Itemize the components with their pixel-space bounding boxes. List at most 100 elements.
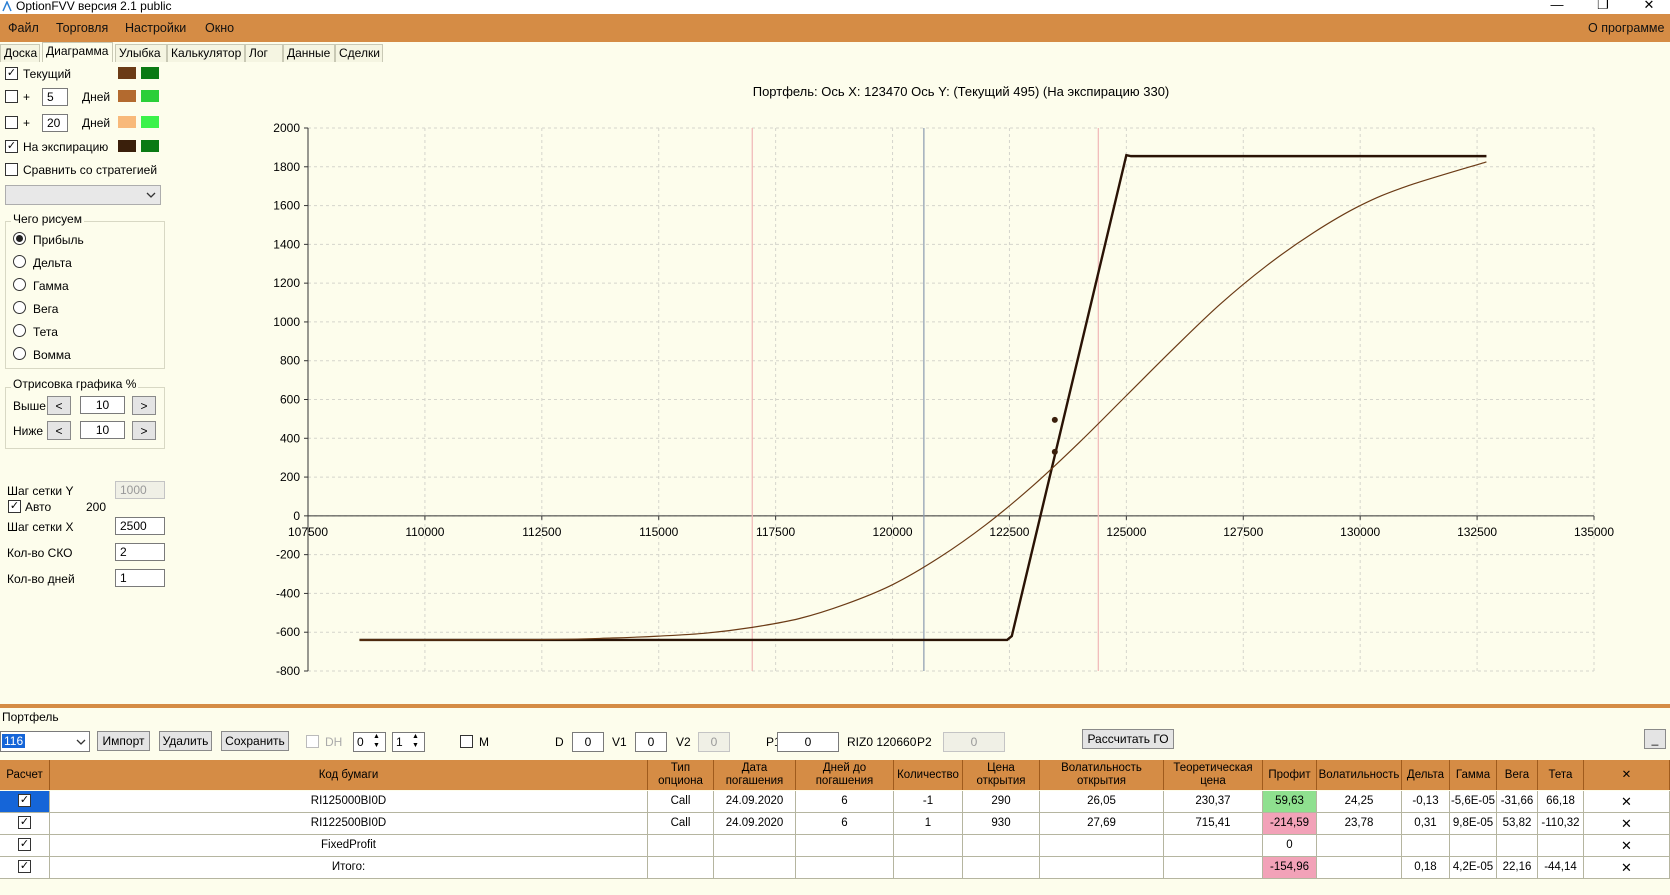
x-tick-label: 120000: [873, 525, 913, 539]
delete-button[interactable]: Удалить: [159, 731, 212, 751]
y-tick-label: 400: [280, 431, 300, 445]
menu-window[interactable]: Окно: [205, 21, 234, 35]
x-tick-label: 122500: [989, 525, 1029, 539]
dh-spin-1-value: 0: [357, 735, 364, 749]
calc-checkbox[interactable]: ✓: [0, 835, 50, 857]
minimize-panel-button[interactable]: _: [1644, 729, 1666, 749]
tab-diagram[interactable]: Диаграмма: [42, 42, 113, 62]
profit: 0: [1263, 835, 1317, 857]
theta: 66,18: [1538, 791, 1584, 813]
gamma: [1450, 835, 1497, 857]
y-tick-label: 1200: [273, 276, 300, 290]
header-gamma: Гамма: [1450, 760, 1497, 790]
d-label: D: [555, 735, 564, 749]
x-tick-label: 125000: [1106, 525, 1146, 539]
calc-checkbox[interactable]: ✓: [0, 857, 50, 879]
tab-deals[interactable]: Сделки: [335, 44, 383, 62]
panel-splitter[interactable]: [0, 704, 1670, 708]
v2-label: V2: [676, 735, 691, 749]
remove-row-button[interactable]: ✕: [1584, 813, 1670, 835]
expiry-date: [714, 835, 796, 857]
header-calc: Расчет: [0, 760, 50, 790]
close-button[interactable]: ✕: [1634, 0, 1664, 13]
y-tick-label: 2000: [273, 121, 300, 135]
header-close[interactable]: ✕: [1584, 760, 1670, 790]
quantity: [894, 835, 963, 857]
header-days-to-expiry: Дней до погашения: [796, 760, 894, 790]
open-volatility: 27,69: [1040, 813, 1164, 835]
calc-checkbox-box[interactable]: ✓: [18, 838, 31, 852]
riz-label: RIZ0 120660: [847, 735, 917, 749]
volatility: [1317, 857, 1402, 879]
tab-log[interactable]: Лог: [245, 44, 283, 62]
minimize-button[interactable]: —: [1542, 0, 1572, 12]
expiry-date: 24.09.2020: [714, 791, 796, 813]
calc-checkbox-box[interactable]: ✓: [18, 794, 31, 808]
m-checkbox[interactable]: [460, 735, 473, 748]
delta: 0,31: [1402, 813, 1450, 835]
header-profit: Профит: [1263, 760, 1317, 790]
import-button[interactable]: Импорт: [97, 731, 150, 751]
y-tick-label: -800: [276, 664, 300, 678]
menu-settings[interactable]: Настройки: [125, 21, 186, 35]
menu-about[interactable]: О программе: [1588, 21, 1664, 35]
theoretical-price: 715,41: [1164, 813, 1263, 835]
open-price: [963, 857, 1040, 879]
tab-calculator[interactable]: Калькулятор: [167, 44, 245, 62]
v2-input[interactable]: [698, 732, 730, 752]
calc-checkbox[interactable]: ✓: [0, 813, 50, 835]
d-input[interactable]: [572, 732, 604, 752]
y-tick-label: -600: [276, 625, 300, 639]
profit: 59,63: [1263, 791, 1317, 813]
dh-checkbox[interactable]: [306, 735, 319, 748]
profit: -154,96: [1263, 857, 1317, 879]
days-to-expiry: [796, 835, 894, 857]
portfolio-select[interactable]: 116: [0, 731, 90, 752]
menu-file[interactable]: Файл: [8, 21, 39, 35]
open-price: [963, 835, 1040, 857]
x-tick-label: 115000: [639, 525, 678, 539]
theta: -44,14: [1538, 857, 1584, 879]
tab-smile[interactable]: Улыбка: [115, 44, 167, 62]
p1-input[interactable]: [777, 732, 839, 752]
calc-checkbox[interactable]: ✓: [0, 791, 50, 813]
spin-down-icon[interactable]: ▼: [373, 742, 380, 749]
header-option-type: Тип опциона: [648, 760, 714, 790]
menu-bar: Файл Торговля Настройки Окно О программе: [0, 14, 1670, 42]
y-tick-label: 800: [280, 354, 300, 368]
dh-spin-2[interactable]: 1 ▲ ▼: [392, 732, 425, 752]
spin-down-icon[interactable]: ▼: [412, 742, 419, 749]
option-type: [648, 857, 714, 879]
y-tick-label: 1800: [273, 160, 300, 174]
theoretical-price: [1164, 857, 1263, 879]
y-tick-label: 0: [293, 509, 300, 523]
restore-button[interactable]: ❐: [1588, 0, 1618, 13]
menu-trading[interactable]: Торговля: [56, 21, 108, 35]
profit: -214,59: [1263, 813, 1317, 835]
calc-checkbox-box[interactable]: ✓: [18, 860, 31, 874]
header-expiry-date: Дата погашения: [714, 760, 796, 790]
gamma: 4,2E-05: [1450, 857, 1497, 879]
tab-board[interactable]: Доска: [0, 44, 40, 62]
volatility: 24,25: [1317, 791, 1402, 813]
spin-up-icon[interactable]: ▲: [412, 733, 419, 740]
remove-row-button[interactable]: ✕: [1584, 857, 1670, 879]
calculate-go-button[interactable]: Рассчитать ГО: [1082, 729, 1174, 749]
calc-checkbox-box[interactable]: ✓: [18, 816, 31, 830]
p2-label: P2: [917, 735, 932, 749]
open-volatility: [1040, 835, 1164, 857]
option-type: Call: [648, 791, 714, 813]
chevron-down-icon: [76, 739, 86, 745]
v1-input[interactable]: [635, 732, 667, 752]
remove-row-button[interactable]: ✕: [1584, 791, 1670, 813]
profit-chart[interactable]: Портфель: Ось X: 123470 Ось Y: (Текущий …: [0, 62, 1670, 702]
save-button[interactable]: Сохранить: [221, 731, 289, 751]
dh-spin-1[interactable]: 0 ▲ ▼: [353, 732, 386, 752]
theoretical-price: [1164, 835, 1263, 857]
tab-strip: Доска Диаграмма Улыбка Калькулятор Лог Д…: [0, 42, 1670, 62]
remove-row-button[interactable]: ✕: [1584, 835, 1670, 857]
tab-data[interactable]: Данные: [283, 44, 335, 62]
p2-input[interactable]: [943, 732, 1005, 752]
spin-up-icon[interactable]: ▲: [373, 733, 380, 740]
header-vega: Вега: [1497, 760, 1538, 790]
